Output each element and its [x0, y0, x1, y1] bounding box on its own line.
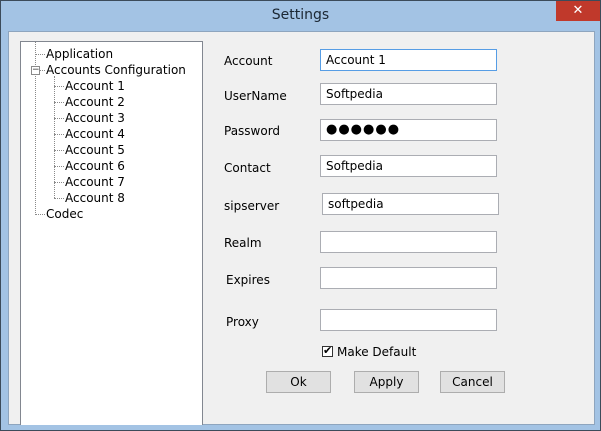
title-bar[interactable]: Settings ✕ [1, 1, 600, 31]
proxy-field[interactable] [320, 309, 497, 331]
password-field[interactable]: ●●●●●● [320, 119, 497, 141]
tree-item-application[interactable]: Application [46, 47, 113, 61]
expires-label: Expires [226, 273, 270, 287]
sipserver-field[interactable]: softpedia [322, 193, 499, 215]
tree-item-account-1[interactable]: Account 1 [65, 79, 125, 93]
tree-connector [54, 76, 55, 198]
tree-item-account-7[interactable]: Account 7 [65, 175, 125, 189]
cancel-button[interactable]: Cancel [440, 371, 505, 393]
settings-window: Settings ✕ Application − Accounts Config… [0, 0, 601, 431]
account-label: Account [224, 54, 273, 68]
username-field[interactable]: Softpedia [320, 83, 497, 105]
expires-field[interactable] [320, 267, 497, 289]
tree-item-codec[interactable]: Codec [46, 207, 83, 221]
tree-item-account-6[interactable]: Account 6 [65, 159, 125, 173]
proxy-label: Proxy [226, 315, 259, 329]
tree-connector [54, 182, 64, 183]
tree-connector [35, 54, 45, 55]
tree-item-account-8[interactable]: Account 8 [65, 191, 125, 205]
tree-item-account-4[interactable]: Account 4 [65, 127, 125, 141]
contact-label: Contact [224, 161, 271, 175]
apply-button[interactable]: Apply [354, 371, 419, 393]
make-default-checkbox[interactable]: ✔ [322, 344, 333, 357]
tree-item-account-3[interactable]: Account 3 [65, 111, 125, 125]
tree-item-accounts-configuration[interactable]: Accounts Configuration [46, 63, 186, 77]
realm-field[interactable] [320, 231, 497, 253]
contact-field[interactable]: Softpedia [320, 155, 497, 177]
window-title: Settings [271, 7, 330, 23]
tree-connector [54, 86, 64, 87]
tree-connector [54, 166, 64, 167]
tree-connector [54, 118, 64, 119]
realm-label: Realm [224, 236, 262, 250]
settings-tree[interactable]: Application − Accounts Configuration Acc… [20, 41, 203, 425]
tree-connector [54, 150, 64, 151]
tree-item-account-5[interactable]: Account 5 [65, 143, 125, 157]
tree-connector [54, 198, 64, 199]
close-icon[interactable]: ✕ [556, 1, 600, 21]
password-label: Password [224, 124, 281, 138]
checkmark-icon: ✔ [323, 344, 333, 357]
account-field[interactable]: Account 1 [320, 49, 497, 71]
make-default-label[interactable]: Make Default [337, 345, 416, 359]
dialog-client-area: Application − Accounts Configuration Acc… [8, 31, 595, 425]
tree-connector [35, 214, 45, 215]
tree-connector [54, 102, 64, 103]
collapse-icon[interactable]: − [31, 66, 40, 75]
username-label: UserName [224, 89, 287, 103]
tree-item-account-2[interactable]: Account 2 [65, 95, 125, 109]
sipserver-label: sipserver [224, 199, 280, 213]
ok-button[interactable]: Ok [266, 371, 331, 393]
tree-connector [54, 134, 64, 135]
